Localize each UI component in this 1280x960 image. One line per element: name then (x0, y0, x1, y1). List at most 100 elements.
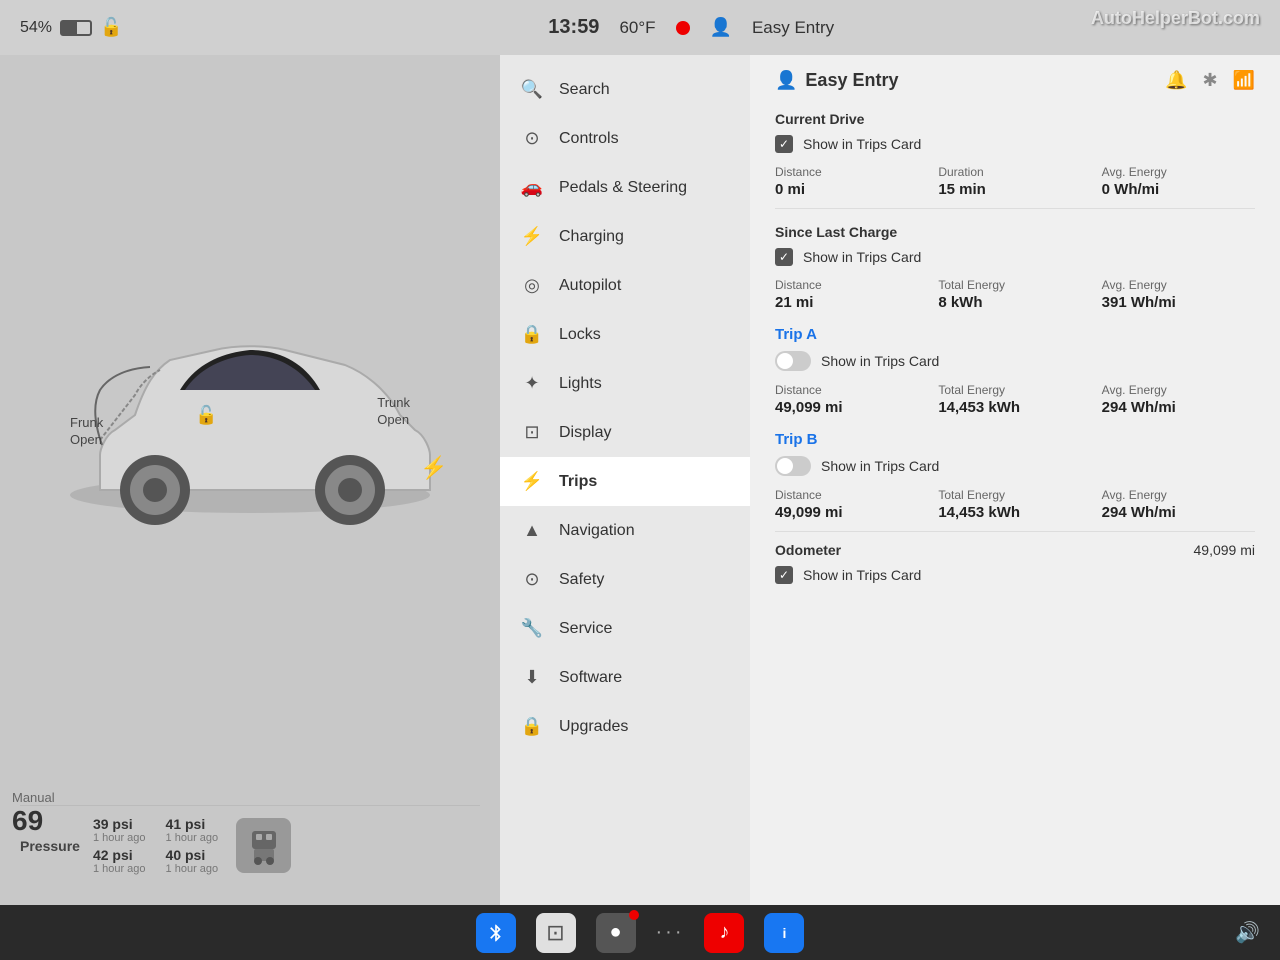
speaker-icon[interactable]: 🔊 (1235, 920, 1260, 945)
upgrades-icon: 🔒 (520, 716, 544, 737)
divider-2 (775, 531, 1255, 532)
autopilot-icon: ◎ (520, 275, 544, 296)
tire-rl: 42 psi 1 hour ago (93, 847, 146, 875)
profile-name[interactable]: Easy Entry (752, 18, 834, 38)
current-drive-avg-energy: Avg. Energy 0 Wh/mi (1102, 165, 1255, 198)
current-drive-distance: Distance 0 mi (775, 165, 928, 198)
signal-icon: 📶 (1233, 70, 1255, 91)
tire-fl: 39 psi 1 hour ago (93, 816, 146, 844)
service-icon: 🔧 (520, 618, 544, 639)
left-panel: ⚡ Frunk Open Trunk Open 🔓 Pressure 39 ps… (0, 55, 500, 905)
menu-item-charging[interactable]: ⚡ Charging (500, 212, 750, 261)
tire-robot-icon (236, 818, 291, 873)
trip-a-section: Trip A Show in Trips Card Distance 49,09… (775, 326, 1255, 416)
trip-b-title: Trip B (775, 431, 1255, 448)
since-last-charge-section: Since Last Charge ✓ Show in Trips Card D… (775, 224, 1255, 311)
bluetooth-taskbar-button[interactable] (476, 913, 516, 953)
finder-taskbar-button[interactable]: ⊡ (536, 913, 576, 953)
frunk-label: Frunk Open (70, 415, 103, 449)
menu-item-autopilot[interactable]: ◎ Autopilot (500, 261, 750, 310)
software-icon: ⬇ (520, 667, 544, 688)
lights-icon: ✦ (520, 373, 544, 394)
since-last-charge-show-label: Show in Trips Card (803, 249, 921, 265)
current-drive-show-row: ✓ Show in Trips Card (775, 135, 1255, 153)
watermark: AutoHelperBot.com (1091, 8, 1260, 29)
menu-item-upgrades[interactable]: 🔒 Upgrades (500, 702, 750, 751)
trip-b-show-label: Show in Trips Card (821, 458, 939, 474)
trip-a-avg-energy: Avg. Energy 294 Wh/mi (1102, 383, 1255, 416)
right-panel: 👤 Easy Entry 🔔 ✱ 📶 Current Drive ✓ Show … (750, 55, 1280, 905)
main-content: ⚡ Frunk Open Trunk Open 🔓 Pressure 39 ps… (0, 55, 1280, 905)
current-drive-show-label: Show in Trips Card (803, 136, 921, 152)
navigation-icon: ▲ (520, 520, 544, 541)
trip-b-avg-energy: Avg. Energy 294 Wh/mi (1102, 488, 1255, 521)
pedals-icon: 🚗 (520, 177, 544, 198)
since-last-charge-checkbox[interactable]: ✓ (775, 248, 793, 266)
info-taskbar-button[interactable]: i (764, 913, 804, 953)
trip-a-total-energy: Total Energy 14,453 kWh (938, 383, 1091, 416)
right-panel-title: 👤 Easy Entry (775, 70, 898, 91)
camera-taskbar-button[interactable]: ● (596, 913, 636, 953)
menu-item-pedals[interactable]: 🚗 Pedals & Steering (500, 163, 750, 212)
menu-item-controls[interactable]: ⊙ Controls (500, 114, 750, 163)
car-lock-icon: 🔓 (195, 405, 217, 426)
slc-distance: Distance 21 mi (775, 278, 928, 311)
safety-icon: ⊙ (520, 569, 544, 590)
current-drive-checkbox[interactable]: ✓ (775, 135, 793, 153)
header-icons: 🔔 ✱ 📶 (1165, 70, 1255, 91)
trip-a-distance: Distance 49,099 mi (775, 383, 928, 416)
odometer-checkbox[interactable]: ✓ (775, 566, 793, 584)
record-indicator (676, 21, 690, 35)
person-icon: 👤 (710, 17, 732, 38)
current-drive-section: Current Drive ✓ Show in Trips Card Dista… (775, 111, 1255, 198)
menu-item-display[interactable]: ⊡ Display (500, 408, 750, 457)
menu-item-locks[interactable]: 🔒 Locks (500, 310, 750, 359)
trip-a-show-label: Show in Trips Card (821, 353, 939, 369)
menu-item-service[interactable]: 🔧 Service (500, 604, 750, 653)
person-icon-right: 👤 (775, 70, 797, 91)
battery-icon (60, 20, 92, 36)
since-last-charge-show-row: ✓ Show in Trips Card (775, 248, 1255, 266)
bluetooth-icon[interactable]: ✱ (1202, 70, 1217, 91)
charge-indicator: ⚡ (420, 455, 447, 481)
trip-b-show-row: Show in Trips Card (775, 456, 1255, 476)
trip-a-title: Trip A (775, 326, 1255, 343)
trip-b-toggle[interactable] (775, 456, 811, 476)
locks-icon: 🔒 (520, 324, 544, 345)
slc-avg-energy: Avg. Energy 391 Wh/mi (1102, 278, 1255, 311)
music-taskbar-button[interactable]: ♪ (704, 913, 744, 953)
trip-b-section: Trip B Show in Trips Card Distance 49,09… (775, 431, 1255, 521)
pressure-label: Pressure (20, 838, 80, 854)
trip-a-stats: Distance 49,099 mi Total Energy 14,453 k… (775, 383, 1255, 416)
manual-label: Manual 69 (12, 790, 55, 837)
menu-item-safety[interactable]: ⊙ Safety (500, 555, 750, 604)
more-dots[interactable]: ··· (656, 921, 685, 944)
trip-b-distance: Distance 49,099 mi (775, 488, 928, 521)
trip-b-total-energy: Total Energy 14,453 kWh (938, 488, 1091, 521)
car-area: ⚡ Frunk Open Trunk Open 🔓 (20, 75, 480, 805)
search-icon: 🔍 (520, 79, 544, 100)
status-bar-center: 13:59 60°F 👤 Easy Entry (122, 16, 1260, 39)
status-bar: 54% 🔓 13:59 60°F 👤 Easy Entry (0, 0, 1280, 55)
trips-icon: ⚡ (520, 471, 544, 492)
divider-1 (775, 208, 1255, 209)
taskbar: ⊡ ● ··· ♪ i 🔊 (0, 905, 1280, 960)
slc-total-energy: Total Energy 8 kWh (938, 278, 1091, 311)
menu-item-search[interactable]: 🔍 Search (500, 65, 750, 114)
menu-item-trips[interactable]: ⚡ Trips (500, 457, 750, 506)
menu-item-software[interactable]: ⬇ Software (500, 653, 750, 702)
since-last-charge-stats: Distance 21 mi Total Energy 8 kWh Avg. E… (775, 278, 1255, 311)
status-bar-left: 54% 🔓 (20, 17, 122, 38)
charging-icon: ⚡ (520, 226, 544, 247)
trip-a-show-row: Show in Trips Card (775, 351, 1255, 371)
bell-icon[interactable]: 🔔 (1165, 70, 1187, 91)
menu-item-navigation[interactable]: ▲ Navigation (500, 506, 750, 555)
trip-b-stats: Distance 49,099 mi Total Energy 14,453 k… (775, 488, 1255, 521)
odometer-show-row: ✓ Show in Trips Card (775, 566, 1255, 584)
current-drive-duration: Duration 15 min (938, 165, 1091, 198)
time-display: 13:59 (548, 16, 599, 39)
menu-item-lights[interactable]: ✦ Lights (500, 359, 750, 408)
right-panel-header: 👤 Easy Entry 🔔 ✱ 📶 (775, 70, 1255, 91)
trip-a-toggle[interactable] (775, 351, 811, 371)
odometer-section: Odometer 49,099 mi ✓ Show in Trips Card (775, 542, 1255, 584)
